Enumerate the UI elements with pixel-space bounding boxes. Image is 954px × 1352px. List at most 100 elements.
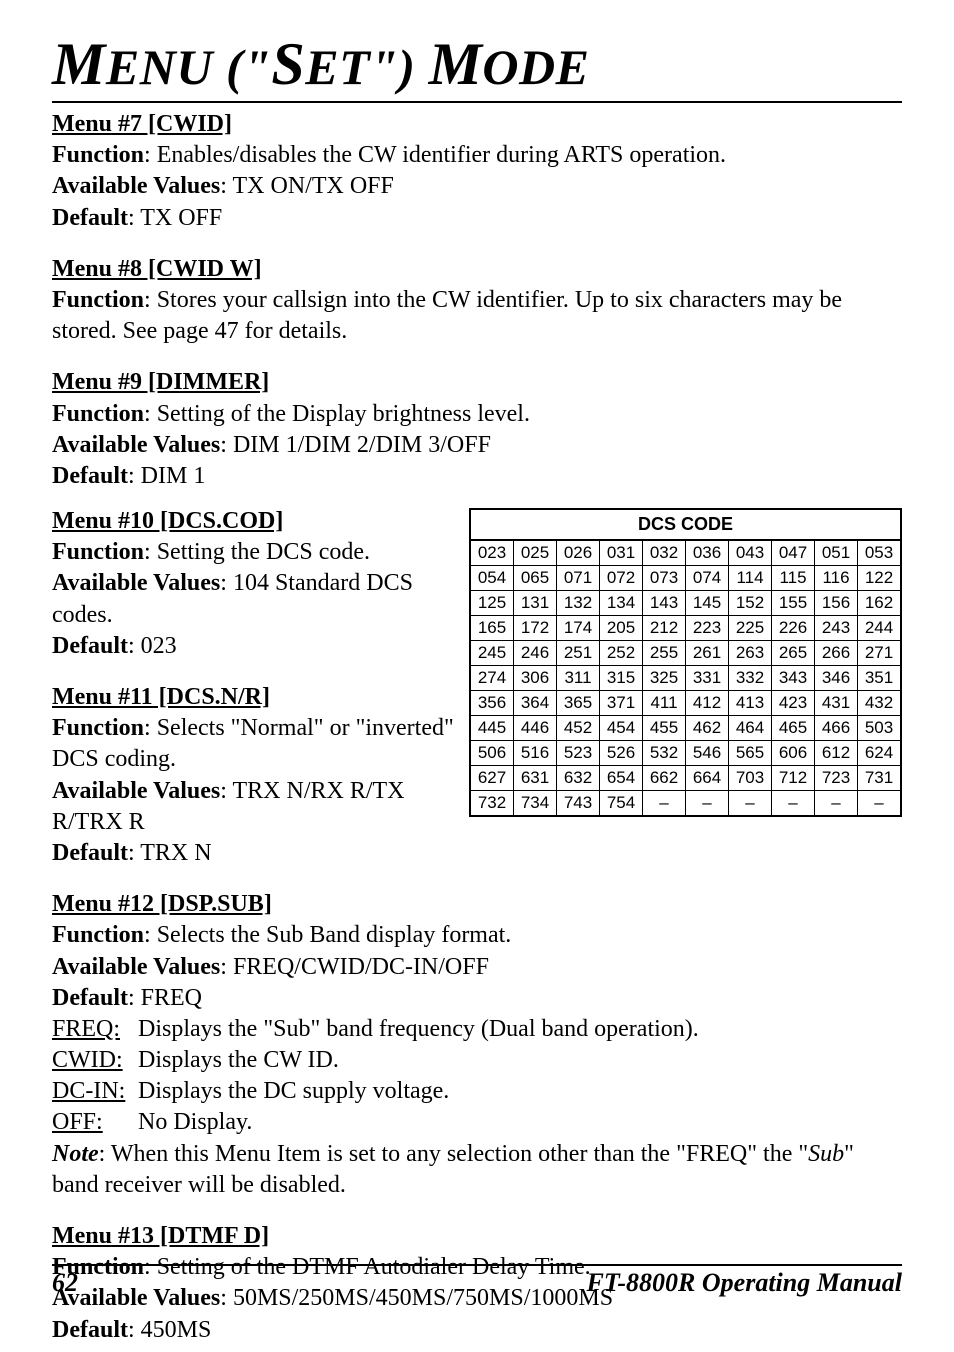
dcs-cell: 026: [557, 540, 600, 566]
dcs-cell: 036: [686, 540, 729, 566]
menu-12-head: Menu #12 [DSP.SUB]: [52, 891, 272, 917]
dcs-table-wrap: DCS CODE 0230250260310320360430470510530…: [469, 508, 902, 817]
dcs-cell: 223: [686, 616, 729, 641]
dcs-cell: 143: [643, 591, 686, 616]
dcs-cell: 371: [600, 691, 643, 716]
dcs-cell: 356: [470, 691, 514, 716]
menu-11: Menu #11 [DCS.N/R] Function: Selects "No…: [52, 682, 461, 869]
menu-13-head: Menu #13 [DTMF D]: [52, 1223, 269, 1249]
dcs-cell: 261: [686, 641, 729, 666]
dcs-cell: 712: [772, 766, 815, 791]
dcs-cell: 462: [686, 716, 729, 741]
menu-11-default: Default: TRX N: [52, 838, 461, 869]
page-number: 62: [52, 1268, 78, 1298]
menu-9-values: Available Values: DIM 1/DIM 2/DIM 3/OFF: [52, 430, 902, 461]
dcs-cell: 152: [729, 591, 772, 616]
dcs-cell: 134: [600, 591, 643, 616]
dcs-cell: 246: [514, 641, 557, 666]
table-row: 506516523526532546565606612624: [470, 741, 901, 766]
dcs-cell: 251: [557, 641, 600, 666]
dcs-cell: 445: [470, 716, 514, 741]
def-cwid: CWID:Displays the CW ID.: [52, 1045, 902, 1076]
title-rule: [52, 101, 902, 103]
dcs-cell: 732: [470, 791, 514, 817]
dcs-cell: 731: [858, 766, 902, 791]
dcs-cell: 072: [600, 566, 643, 591]
dcs-cell: 612: [815, 741, 858, 766]
table-row: 165172174205212223225226243244: [470, 616, 901, 641]
table-row: 627631632654662664703712723731: [470, 766, 901, 791]
dcs-cell: 364: [514, 691, 557, 716]
dcs-cell: 265: [772, 641, 815, 666]
dcs-cell: 263: [729, 641, 772, 666]
dcs-cell: 225: [729, 616, 772, 641]
dcs-cell: 116: [815, 566, 858, 591]
menu-11-values: Available Values: TRX N/RX R/TX R/TRX R: [52, 776, 461, 838]
dcs-cell: 526: [600, 741, 643, 766]
dcs-cell: 115: [772, 566, 815, 591]
footer: 62 FT-8800R Operating Manual: [52, 1264, 902, 1298]
dcs-cell: 723: [815, 766, 858, 791]
menu-7-head: Menu #7 [CWID]: [52, 111, 232, 137]
menu-12-head-section: Menu #12 [DSP.SUB]: [52, 889, 461, 920]
content-row: Menu #10 [DCS.COD] Function: Setting the…: [52, 506, 902, 920]
menu-8-head: Menu #8 [CWID W]: [52, 256, 262, 282]
dcs-cell: 332: [729, 666, 772, 691]
dcs-cell: 627: [470, 766, 514, 791]
menu-12-note: Note: When this Menu Item is set to any …: [52, 1139, 902, 1201]
dcs-cell: 431: [815, 691, 858, 716]
menu-12-body: Function: Selects the Sub Band display f…: [52, 920, 902, 1201]
dcs-table-title: DCS CODE: [470, 509, 901, 540]
dcs-cell: 132: [557, 591, 600, 616]
def-dcin: DC-IN:Displays the DC supply voltage.: [52, 1076, 902, 1107]
dcs-cell: 243: [815, 616, 858, 641]
dcs-cell: 754: [600, 791, 643, 817]
dcs-cell: 624: [858, 741, 902, 766]
dcs-cell: 346: [815, 666, 858, 691]
dcs-cell: 025: [514, 540, 557, 566]
page-title: MENU ("SET") MODE: [52, 30, 902, 99]
menu-9-head: Menu #9 [DIMMER]: [52, 369, 269, 395]
dcs-cell: 031: [600, 540, 643, 566]
dcs-cell: 212: [643, 616, 686, 641]
dcs-cell: 452: [557, 716, 600, 741]
dcs-cell: 432: [858, 691, 902, 716]
dcs-cell: 331: [686, 666, 729, 691]
dcs-cell: 165: [470, 616, 514, 641]
dcs-cell: 274: [470, 666, 514, 691]
dcs-cell: 114: [729, 566, 772, 591]
dcs-cell: 734: [514, 791, 557, 817]
dcs-cell: 325: [643, 666, 686, 691]
dcs-cell: 454: [600, 716, 643, 741]
table-row: 732734743754––––––: [470, 791, 901, 817]
dcs-cell: 122: [858, 566, 902, 591]
dcs-table: DCS CODE 0230250260310320360430470510530…: [469, 508, 902, 817]
menu-10-function: Function: Setting the DCS code.: [52, 537, 461, 568]
dcs-cell: 047: [772, 540, 815, 566]
manual-title: FT-8800R Operating Manual: [587, 1268, 902, 1298]
menu-12-default: Default: FREQ: [52, 983, 902, 1014]
dcs-cell: 516: [514, 741, 557, 766]
table-row: 023025026031032036043047051053: [470, 540, 901, 566]
dcs-cell: 053: [858, 540, 902, 566]
dcs-cell: 306: [514, 666, 557, 691]
dcs-cell: 654: [600, 766, 643, 791]
dcs-cell: 466: [815, 716, 858, 741]
dcs-cell: 546: [686, 741, 729, 766]
dcs-cell: 455: [643, 716, 686, 741]
dcs-cell: 315: [600, 666, 643, 691]
dcs-cell: 266: [815, 641, 858, 666]
menu-9-default: Default: DIM 1: [52, 461, 902, 492]
dcs-cell: 523: [557, 741, 600, 766]
dcs-cell: 043: [729, 540, 772, 566]
dcs-cell: 506: [470, 741, 514, 766]
dcs-cell: 255: [643, 641, 686, 666]
menu-7-values: Available Values: TX ON/TX OFF: [52, 171, 902, 202]
menu-7: Menu #7 [CWID] Function: Enables/disable…: [52, 109, 902, 234]
menu-11-head: Menu #11 [DCS.N/R]: [52, 684, 270, 710]
dcs-cell: 155: [772, 591, 815, 616]
dcs-cell: 051: [815, 540, 858, 566]
dcs-cell: 156: [815, 591, 858, 616]
menu-10-values: Available Values: 104 Standard DCS codes…: [52, 568, 461, 630]
dcs-cell: 205: [600, 616, 643, 641]
